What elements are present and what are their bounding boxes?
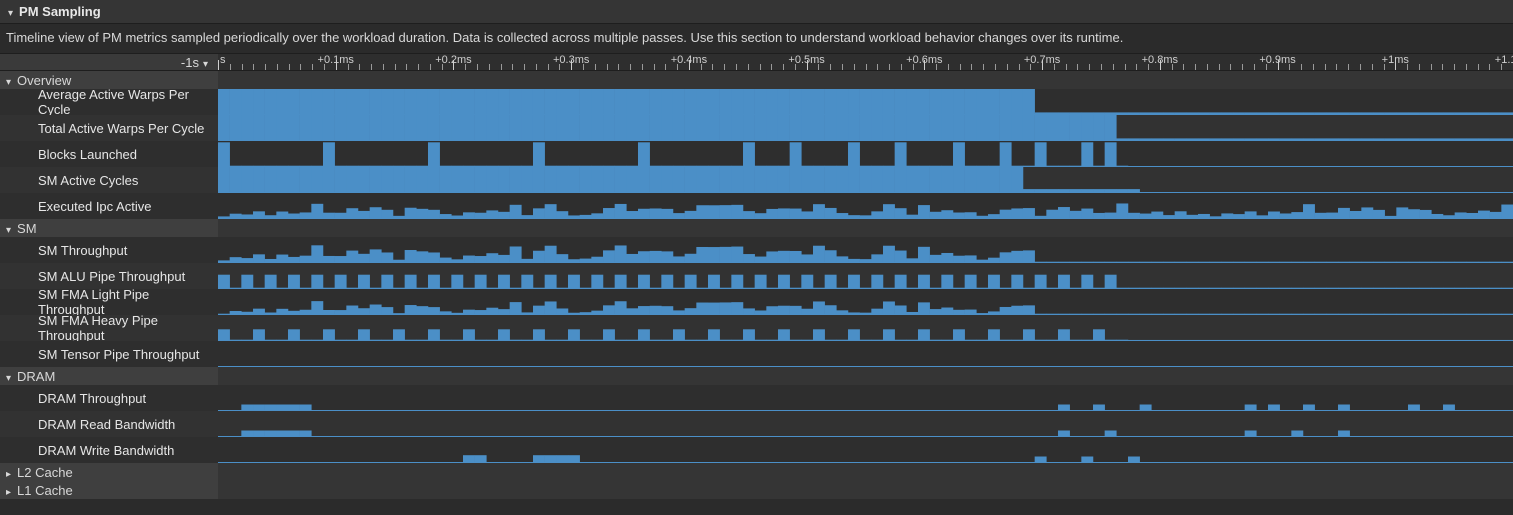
metric-row: SM ALU Pipe Throughput — [0, 263, 1513, 289]
metric-track[interactable] — [218, 263, 1513, 289]
metric-label: SM Active Cycles — [38, 173, 138, 188]
metric-label: SM Throughput — [38, 243, 127, 258]
time-ruler[interactable]: s+0.1ms+0.2ms+0.3ms+0.4ms+0.5ms+0.6ms+0.… — [218, 54, 1513, 70]
group-header[interactable]: DRAM — [0, 367, 1513, 385]
metric-row: DRAM Write Bandwidth — [0, 437, 1513, 463]
chevron-down-icon[interactable] — [203, 55, 208, 70]
group-label: L1 Cache — [17, 483, 73, 498]
time-range-label: -1s — [181, 55, 199, 70]
metric-label: SM Tensor Pipe Throughput — [38, 347, 199, 362]
metric-track[interactable] — [218, 341, 1513, 367]
metric-label: Blocks Launched — [38, 147, 137, 162]
metric-label: DRAM Read Bandwidth — [38, 417, 175, 432]
metric-row: DRAM Read Bandwidth — [0, 411, 1513, 437]
group-header[interactable]: L1 Cache — [0, 481, 1513, 499]
group-label: Overview — [17, 73, 71, 88]
metric-label: SM ALU Pipe Throughput — [38, 269, 185, 284]
group-header[interactable]: Overview — [0, 71, 1513, 89]
collapse-section-icon[interactable] — [8, 4, 13, 19]
metric-track[interactable] — [218, 141, 1513, 167]
metric-row: Blocks Launched — [0, 141, 1513, 167]
metric-row: SM FMA Heavy Pipe Throughput — [0, 315, 1513, 341]
metric-track[interactable] — [218, 437, 1513, 463]
metric-track[interactable] — [218, 385, 1513, 411]
metric-label: Average Active Warps Per Cycle — [38, 87, 208, 117]
time-ruler-row: -1s s+0.1ms+0.2ms+0.3ms+0.4ms+0.5ms+0.6m… — [0, 53, 1513, 71]
metric-track[interactable] — [218, 315, 1513, 341]
chevron-down-icon[interactable] — [6, 369, 11, 384]
section-title: PM Sampling — [19, 4, 101, 19]
chevron-down-icon[interactable] — [6, 221, 11, 236]
metric-row: SM Tensor Pipe Throughput — [0, 341, 1513, 367]
metric-row: Executed Ipc Active — [0, 193, 1513, 219]
chevron-right-icon[interactable] — [6, 465, 11, 480]
metric-track[interactable] — [218, 89, 1513, 115]
section-description: Timeline view of PM metrics sampled peri… — [0, 24, 1513, 53]
time-range-selector[interactable]: -1s — [0, 54, 218, 70]
metric-row: SM FMA Light Pipe Throughput — [0, 289, 1513, 315]
metric-track[interactable] — [218, 115, 1513, 141]
ruler-origin-label: s — [220, 54, 226, 66]
metric-track[interactable] — [218, 167, 1513, 193]
metric-label: Executed Ipc Active — [38, 199, 151, 214]
metric-row: SM Active Cycles — [0, 167, 1513, 193]
metric-track[interactable] — [218, 289, 1513, 315]
ruler-tick-label: +1.1ms — [1495, 54, 1513, 66]
group-header[interactable]: SM — [0, 219, 1513, 237]
group-label: L2 Cache — [17, 465, 73, 480]
metric-track[interactable] — [218, 411, 1513, 437]
metric-row: SM Throughput — [0, 237, 1513, 263]
chevron-right-icon[interactable] — [6, 483, 11, 498]
group-label: SM — [17, 221, 37, 236]
section-header[interactable]: PM Sampling — [0, 0, 1513, 24]
metric-row: DRAM Throughput — [0, 385, 1513, 411]
chevron-down-icon[interactable] — [6, 73, 11, 88]
metric-row: Average Active Warps Per Cycle — [0, 89, 1513, 115]
metric-track[interactable] — [218, 237, 1513, 263]
metric-track[interactable] — [218, 193, 1513, 219]
metric-rows: OverviewAverage Active Warps Per Cycle To… — [0, 71, 1513, 499]
metric-label: DRAM Write Bandwidth — [38, 443, 174, 458]
group-label: DRAM — [17, 369, 55, 384]
metric-label: DRAM Throughput — [38, 391, 146, 406]
metric-row: Total Active Warps Per Cycle — [0, 115, 1513, 141]
metric-label: Total Active Warps Per Cycle — [38, 121, 204, 136]
metric-label: SM FMA Heavy Pipe Throughput — [38, 313, 208, 343]
group-header[interactable]: L2 Cache — [0, 463, 1513, 481]
